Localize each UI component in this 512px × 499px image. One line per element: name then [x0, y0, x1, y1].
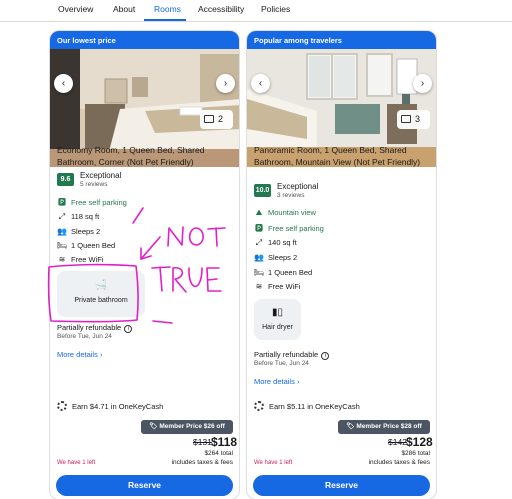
amenity-area: ⤢ 140 sq ft: [255, 238, 297, 247]
amenity-sleeps: 👥 Sleeps 2: [254, 253, 298, 262]
photo-count: 2: [218, 114, 224, 124]
review-count[interactable]: 3 reviews: [277, 192, 304, 199]
tab-policies[interactable]: Policies: [261, 4, 290, 14]
review-count[interactable]: 5 reviews: [80, 181, 107, 188]
tab-accessibility[interactable]: Accessibility: [198, 4, 244, 14]
chevron-right-icon: ›: [296, 377, 300, 386]
room-banner: Popular among travelers: [247, 31, 436, 49]
current-price: $128: [406, 435, 433, 449]
refund-policy: Partially refundable i: [57, 323, 133, 333]
room-title: Panoramic Room, 1 Queen Bed, Shared Bath…: [254, 145, 421, 167]
total-price: $286 total: [401, 450, 430, 457]
area-icon: ⤢: [58, 212, 66, 221]
taxes-note: includes taxes & fees: [171, 459, 233, 466]
taxes-note: includes taxes & fees: [368, 459, 430, 466]
amenity-wifi: ≋ Free WiFi: [255, 282, 301, 291]
bathtub-icon: 🛁: [94, 280, 108, 291]
amenity-mountain-view: ⛰ Mountain view: [255, 208, 316, 217]
reserve-button[interactable]: Reserve: [56, 475, 233, 496]
refund-policy: Partially refundable i: [254, 350, 330, 360]
amenity-wifi: ≋ Free WiFi: [58, 255, 104, 264]
room-title: Economy Room, 1 Queen Bed, Shared Bathro…: [57, 145, 205, 167]
onekeycash-earn: Earn $4.71 in OneKeyCash: [57, 401, 163, 411]
parking-icon: 🅿: [58, 198, 66, 207]
photo-count: 3: [415, 114, 421, 124]
section-tabs: Overview About Rooms Accessibility Polic…: [0, 0, 512, 22]
next-photo-button[interactable]: ›: [216, 74, 235, 93]
info-icon[interactable]: i: [124, 325, 133, 333]
wifi-icon: ≋: [255, 282, 263, 291]
parking-icon: 🅿: [255, 224, 263, 233]
tag-icon: 🏷: [149, 423, 158, 430]
reserve-button[interactable]: Reserve: [253, 475, 430, 496]
refund-deadline: Before Tue, Jun 24: [254, 360, 309, 367]
amenity-tile-hair-dryer: ▮▯ Hair dryer: [254, 299, 301, 340]
member-price-badge: 🏷 Member Price $28 off: [338, 420, 430, 434]
photo-count-badge[interactable]: 2: [200, 110, 233, 129]
room-banner: Our lowest price: [50, 31, 239, 49]
chevron-right-icon: ›: [99, 350, 103, 359]
current-price: $118: [211, 435, 238, 449]
amenity-bed: 🛏 1 Queen Bed: [254, 268, 313, 277]
amenity-parking: 🅿 Free self parking: [58, 198, 127, 207]
bed-icon: 🛏: [57, 241, 68, 250]
total-price: $264 total: [204, 450, 233, 457]
gallery-icon: [401, 115, 411, 123]
hair-dryer-icon: ▮▯: [271, 307, 283, 318]
area-icon: ⤢: [255, 238, 263, 247]
people-icon: 👥: [57, 227, 67, 236]
previous-photo-button[interactable]: ‹: [54, 74, 73, 93]
previous-photo-button[interactable]: ‹: [251, 74, 270, 93]
room-card-economy: Our lowest price ‹ › 2 Economy Room, 1 Q…: [49, 30, 240, 499]
more-details-link[interactable]: More details ›: [57, 350, 102, 359]
tag-icon: 🏷: [346, 423, 355, 430]
people-icon: 👥: [254, 253, 264, 262]
review-score: 10.0: [254, 184, 271, 197]
original-price: $142: [388, 437, 407, 447]
amenity-bed: 🛏 1 Queen Bed: [57, 241, 116, 250]
mountain-icon: ⛰: [255, 208, 263, 217]
availability-note: We have 1 left: [57, 460, 96, 466]
review-score: 9.6: [57, 173, 74, 186]
room-card-panoramic: Popular among travelers ‹ › 3 Panoramic …: [246, 30, 437, 499]
next-photo-button[interactable]: ›: [413, 74, 432, 93]
original-price: $131: [193, 437, 212, 447]
amenity-area: ⤢ 118 sq ft: [58, 212, 100, 221]
amenity-sleeps: 👥 Sleeps 2: [57, 227, 101, 236]
amenity-parking: 🅿 Free self parking: [255, 224, 324, 233]
tab-overview[interactable]: Overview: [58, 4, 93, 14]
member-price-badge: 🏷 Member Price $26 off: [141, 420, 233, 434]
amenity-tile-private-bathroom: 🛁 Private bathroom: [57, 271, 145, 317]
gallery-icon: [204, 115, 214, 123]
photo-count-badge[interactable]: 3: [397, 110, 430, 129]
onekeycash-earn: Earn $5.11 in OneKeyCash: [254, 401, 360, 411]
wifi-icon: ≋: [58, 255, 66, 264]
tab-about[interactable]: About: [113, 4, 135, 14]
availability-note: We have 1 left: [254, 460, 293, 466]
review-label: Exceptional: [80, 171, 122, 180]
onekeycash-icon: [57, 401, 67, 411]
more-details-link[interactable]: More details ›: [254, 377, 299, 386]
refund-deadline: Before Tue, Jun 24: [57, 333, 112, 340]
tab-rooms[interactable]: Rooms: [154, 4, 181, 14]
info-icon[interactable]: i: [321, 352, 330, 360]
onekeycash-icon: [254, 401, 264, 411]
bed-icon: 🛏: [254, 268, 265, 277]
active-tab-indicator: [144, 19, 186, 21]
review-label: Exceptional: [277, 182, 319, 191]
